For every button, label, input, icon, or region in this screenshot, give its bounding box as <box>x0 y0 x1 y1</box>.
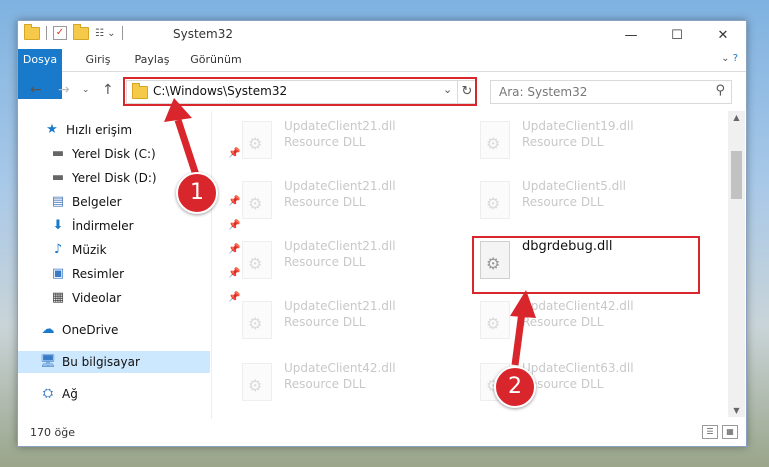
callout-bubble-1: 1 <box>176 172 218 214</box>
callout-bubble-2: 2 <box>494 366 536 408</box>
callout-arrowhead-1 <box>164 98 192 122</box>
callout-arrow-1 <box>174 118 200 177</box>
callout-arrowhead-2 <box>510 290 536 318</box>
callout-arrows <box>164 98 536 366</box>
callout-arrow-2 <box>511 311 526 366</box>
